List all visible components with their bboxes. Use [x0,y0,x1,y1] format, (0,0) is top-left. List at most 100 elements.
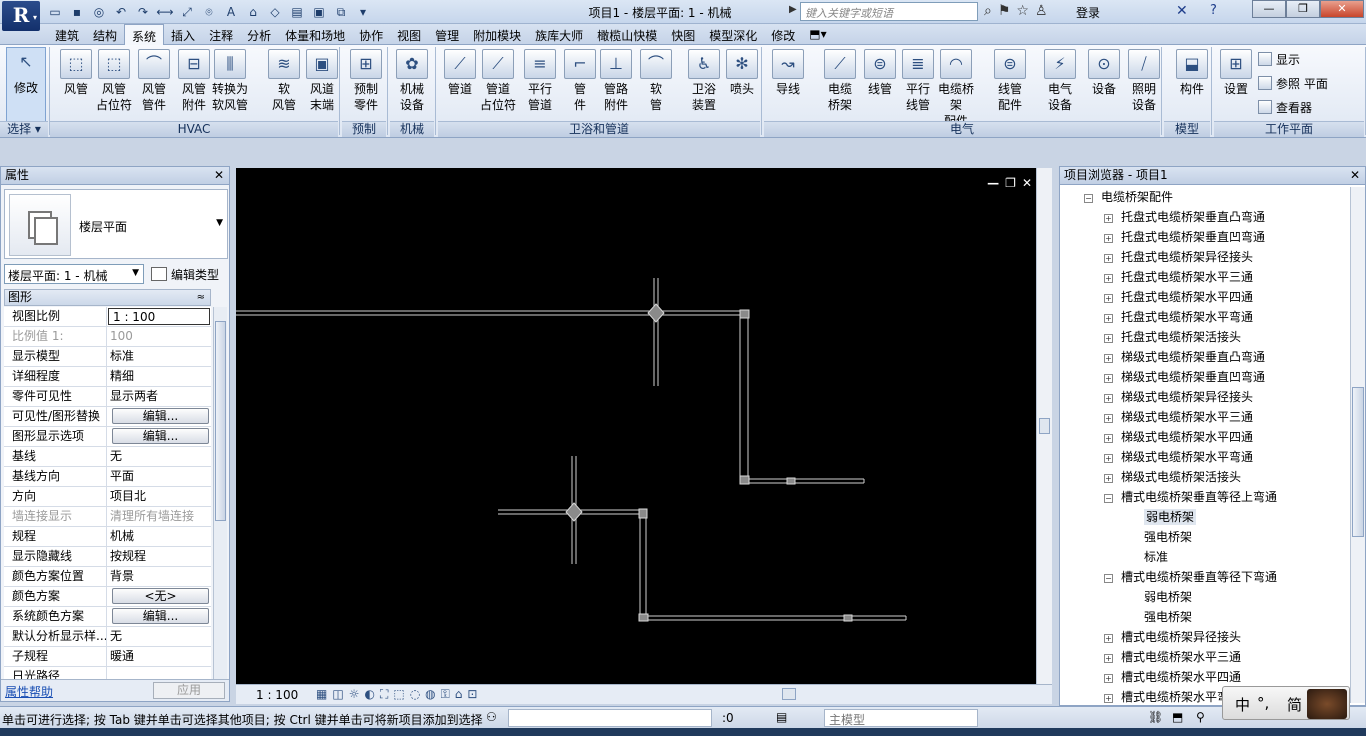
switch-windows-icon[interactable]: ⧉ [332,3,350,21]
search-input[interactable]: 键入关键字或短语 [800,2,978,21]
ribbon-tool-8[interactable]: ✿ 机械 设备 [392,49,432,113]
ime-mode[interactable]: 中 [1235,694,1250,715]
tree-node[interactable]: + 梯级式电缆桥架异径接头 [1062,387,1350,407]
tab-13[interactable]: 快图 [664,24,702,45]
tree-node[interactable]: − 槽式电缆桥架垂直等径下弯通 [1062,567,1350,587]
minimize-button[interactable]: — [1252,0,1286,18]
panel-label-3[interactable]: 机械 [390,121,434,137]
expand-icon[interactable]: + [1104,294,1113,303]
property-value[interactable]: 按规程 [107,547,211,566]
expand-icon[interactable]: + [1104,394,1113,403]
binoculars-icon[interactable]: ⌕ [984,3,992,19]
expand-icon[interactable]: + [1104,354,1113,363]
tree-node[interactable]: + 托盘式电缆桥架异径接头 [1062,247,1350,267]
thin-lines-icon[interactable]: ▤ [288,3,306,21]
close-hidden-icon[interactable]: ▣ [310,3,328,21]
view-vertical-scrollbar[interactable] [1036,168,1052,684]
ribbon-tool-1[interactable]: ⬚ 风管 占位符 [94,49,134,113]
view-scale[interactable]: 1 : 100 [256,688,298,702]
exchange-icon[interactable]: ✕ [1176,3,1188,19]
select-pinned-icon[interactable]: ⚲ [1196,710,1205,724]
view-minimize-button[interactable]: — [987,176,999,190]
redo-icon[interactable]: ↷ [134,3,152,21]
crop-view-icon[interactable]: ⛶ [380,687,388,702]
panel-label-1[interactable]: HVAC [50,121,338,137]
elbow-fitting[interactable] [739,475,750,485]
modify-tool[interactable]: ↖ 修改 [6,47,46,125]
communication-icon[interactable]: ⚑ [998,3,1011,19]
property-edit-button[interactable]: 编辑... [107,427,211,446]
ribbon-tool-12[interactable]: ⌐ 管件 [560,49,600,113]
expand-icon[interactable]: + [1104,654,1113,663]
tab-overflow-icon[interactable]: ⬒▾ [802,24,833,45]
panel-label-6[interactable]: 模型 [1164,121,1210,137]
tree-node[interactable]: + 托盘式电缆桥架水平三通 [1062,267,1350,287]
property-value[interactable]: 精细 [107,367,211,386]
property-value[interactable]: 100 [107,327,211,346]
detail-level-icon[interactable]: ▦ [316,687,327,702]
tab-12[interactable]: 橄榄山快模 [590,24,664,45]
elbow-fitting[interactable] [638,508,648,519]
tree-node[interactable]: 强电桥架 [1062,607,1350,627]
property-value[interactable]: 显示两者 [107,387,211,406]
property-value[interactable]: 背景 [107,567,211,586]
ref-plane-button[interactable]: 参照 平面 [1258,75,1328,92]
undo-icon[interactable]: ↶ [112,3,130,21]
property-value[interactable]: 无 [107,447,211,466]
elbow-fitting[interactable] [638,613,649,622]
chevron-down-icon[interactable]: ▼ [216,218,223,228]
ribbon-tool-24[interactable]: ⊙ 设备 [1084,49,1124,97]
ribbon-tool-15[interactable]: ♿ 卫浴 装置 [684,49,724,113]
tree-node[interactable]: + 托盘式电缆桥架水平四通 [1062,287,1350,307]
collapse-icon[interactable]: ≈ [197,290,205,305]
expand-icon[interactable]: + [1104,214,1113,223]
expand-icon[interactable]: + [1104,474,1113,483]
ribbon-tool-11[interactable]: ≡ 平行 管道 [520,49,560,113]
view-horizontal-scrollbar[interactable] [554,687,1032,701]
ribbon-tool-19[interactable]: ⊜ 线管 [860,49,900,97]
ribbon-tool-21[interactable]: ◠电缆桥架配件 [936,49,976,129]
properties-scrollbar[interactable] [213,307,227,679]
property-edit-button[interactable]: 编辑... [107,607,211,626]
close-button[interactable]: ✕ [1320,0,1364,18]
tab-15[interactable]: 修改 [764,24,802,45]
collapse-icon[interactable]: − [1104,574,1113,583]
login-link[interactable]: 登录 [1076,4,1100,21]
tab-3[interactable]: 插入 [164,24,202,45]
tab-0[interactable]: 建筑 [48,24,86,45]
ribbon-tool-7[interactable]: ⊞ 预制 零件 [346,49,386,113]
tab-2[interactable]: 系统 [124,24,165,46]
browser-scrollbar[interactable] [1350,187,1365,703]
tree-node[interactable]: + 槽式电缆桥架异径接头 [1062,627,1350,647]
expand-icon[interactable]: + [1104,334,1113,343]
tab-4[interactable]: 注释 [202,24,240,45]
ribbon-tool-17[interactable]: ↝ 导线 [768,49,808,97]
tab-14[interactable]: 模型深化 [702,24,764,45]
tree-node[interactable]: + 托盘式电缆桥架垂直凹弯通 [1062,227,1350,247]
ribbon-tool-27[interactable]: ⊞ 设置 [1216,49,1256,97]
select-underlay-icon[interactable]: ⬒ [1172,710,1183,724]
ime-simplified[interactable]: 简 [1287,694,1302,715]
ribbon-tool-20[interactable]: ≣ 平行 线管 [898,49,938,113]
property-value[interactable]: 标准 [107,347,211,366]
ribbon-tool-10[interactable]: ⟋ 管道 占位符 [478,49,518,113]
property-value[interactable]: 平面 [107,467,211,486]
tree-node[interactable]: + 梯级式电缆桥架水平弯通 [1062,447,1350,467]
tree-node[interactable]: + 托盘式电缆桥架垂直凸弯通 [1062,207,1350,227]
ribbon-tool-18[interactable]: ⟋ 电缆 桥架 [820,49,860,113]
expand-icon[interactable]: + [1104,694,1113,703]
select-links-icon[interactable]: ⛓ [1148,710,1163,724]
worksharing-icon[interactable]: ⚇ [486,710,497,724]
tree-node[interactable]: + 梯级式电缆桥架活接头 [1062,467,1350,487]
workset-select[interactable] [508,709,712,727]
sun-path-icon[interactable]: ☼ [349,687,360,702]
reveal-hidden-icon[interactable]: ◍ [425,687,435,702]
dimension-icon[interactable]: ⤢ [178,3,196,21]
shadows-icon[interactable]: ◐ [364,687,374,702]
open-icon[interactable]: ▭ [46,3,64,21]
ime-punct-icon[interactable]: °, [1257,694,1269,712]
edit-button[interactable]: 编辑... [112,428,209,444]
design-options-icon[interactable]: ▤ [776,710,787,724]
tree-node[interactable]: + 槽式电缆桥架水平三通 [1062,647,1350,667]
user-icon[interactable]: ♙ [1035,3,1048,19]
